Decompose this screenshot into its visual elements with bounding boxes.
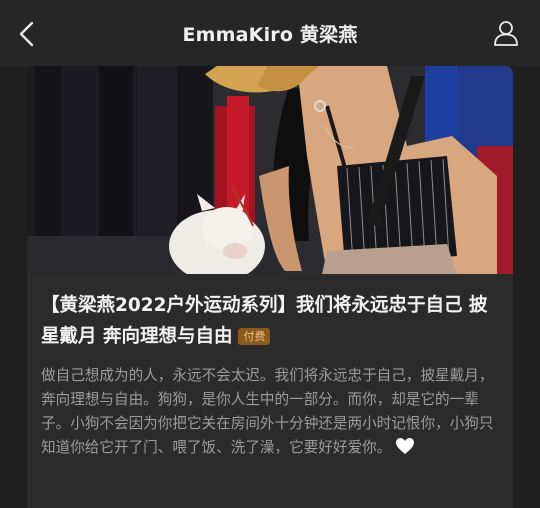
article-card[interactable]: 【黄梁燕2022户外运动系列】我们将永远忠于自己 披星戴月 奔向理想与自由 付费 … (27, 66, 513, 508)
article-excerpt-text: 做自己想成为的人，永远不会太迟。我们将永远忠于自己，披星戴月，奔向理想与自由。狗… (41, 367, 494, 456)
white-heart-icon (396, 438, 415, 454)
page-title: EmmaKiro 黄梁燕 (182, 23, 358, 46)
cover-image[interactable] (27, 66, 513, 274)
article-excerpt: 做自己想成为的人，永远不会太迟。我们将永远忠于自己，披星戴月，奔向理想与自由。狗… (41, 364, 499, 460)
person-icon[interactable] (492, 19, 520, 47)
paid-badge: 付费 (238, 328, 271, 345)
article-title[interactable]: 【黄梁燕2022户外运动系列】我们将永远忠于自己 披星戴月 奔向理想与自由 付费 (41, 290, 499, 352)
chevron-left-icon[interactable] (14, 20, 40, 48)
cover-photo-illustration (27, 66, 513, 274)
top-navigation-bar: EmmaKiro 黄梁燕 (0, 0, 540, 66)
